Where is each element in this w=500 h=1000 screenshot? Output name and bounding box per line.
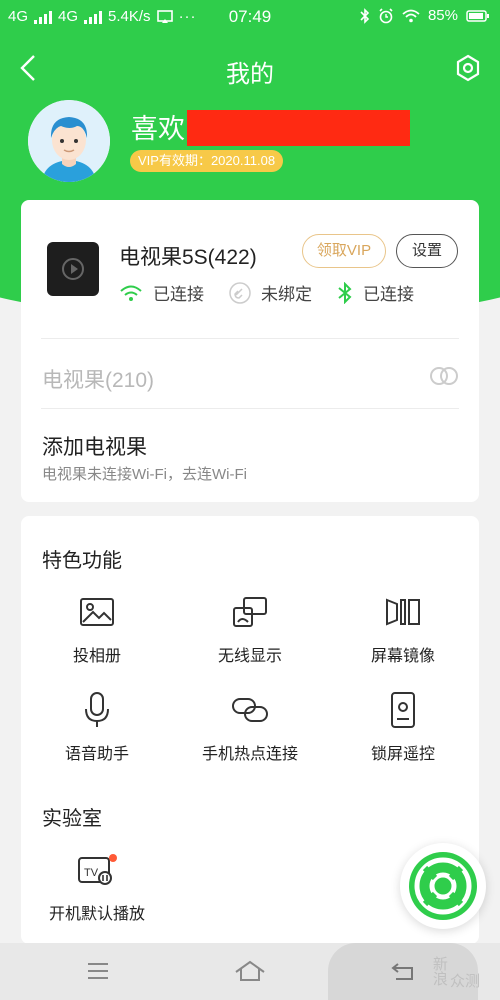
watermark-line-1: 新浪 [430, 956, 448, 986]
lockscreen-remote-icon [391, 692, 415, 728]
avatar[interactable] [28, 100, 110, 182]
mirror-icon [386, 598, 420, 626]
alarm-icon [379, 7, 393, 23]
lab-title: 实验室 [42, 808, 102, 830]
menu-icon [88, 963, 108, 979]
feature-label: 投相册 [72, 648, 121, 665]
bluetooth-icon [338, 281, 352, 304]
wifi-status: 已连接 [119, 280, 204, 305]
feature-voice-assistant[interactable]: 语音助手 [22, 690, 172, 764]
bind-status: 未绑定 [229, 280, 312, 305]
tv-device-icon [47, 242, 99, 296]
feature-hotspot-connect[interactable]: 手机热点连接 [175, 690, 325, 764]
page-title: 我的 [226, 61, 274, 88]
disconnected-link-icon [429, 364, 459, 393]
add-device-subtitle[interactable]: 电视果未连接Wi-Fi，去连Wi-Fi [42, 463, 247, 484]
feature-label: 无线显示 [217, 648, 282, 665]
username: 喜欢 [131, 114, 185, 144]
bluetooth-status-label: 已连接 [363, 285, 414, 304]
status-bar: 4G 4G 5.4K/s ··· 07:49 85% [0, 0, 500, 36]
system-back-button[interactable] [383, 955, 423, 987]
feature-boot-autoplay[interactable]: TV 开机默认播放 [22, 850, 172, 924]
divider [41, 338, 459, 339]
back-arrow-icon [391, 963, 413, 980]
feature-label: 语音助手 [64, 746, 129, 763]
vip-expiry-badge: VIP有效期：2020.11.08 [130, 150, 284, 172]
device-name[interactable]: 电视果5S(422) [119, 241, 257, 271]
home-icon [235, 960, 265, 981]
microphone-icon [85, 692, 109, 727]
wifi-status-label: 已连接 [153, 285, 204, 304]
feature-label: 开机默认播放 [48, 906, 145, 923]
hotspot-link-icon [232, 698, 268, 722]
watermark: 新浪 众测 [430, 956, 494, 990]
avatar-face-icon [28, 100, 110, 182]
battery-icon [466, 9, 489, 22]
add-device-title[interactable]: 添加电视果 [42, 431, 147, 461]
feature-photo-cast[interactable]: 投相册 [22, 592, 172, 666]
feature-lockscreen-remote[interactable]: 锁屏遥控 [328, 690, 478, 764]
feature-screen-mirror[interactable]: 屏幕镜像 [328, 592, 478, 666]
features-title: 特色功能 [42, 550, 122, 572]
home-button[interactable] [230, 955, 270, 987]
bluetooth-status: 已连接 [337, 280, 414, 305]
other-device-name[interactable]: 电视果(210) [42, 364, 154, 394]
wifi-status-icon [402, 9, 420, 22]
gear-icon [456, 54, 480, 82]
watermark-line-2: 众测 [449, 973, 480, 990]
link-icon [229, 281, 251, 304]
divider [41, 408, 459, 409]
feature-wireless-display[interactable]: 无线显示 [175, 592, 325, 666]
redacted-username-block [187, 110, 410, 146]
device-card: 电视果5S(422) 领取VIP 设置 已连接 未绑定 已连接 电视果(210)… [21, 200, 479, 502]
svg-text:TV: TV [84, 867, 99, 879]
feature-label: 屏幕镜像 [370, 648, 435, 665]
cast-icon [233, 597, 267, 627]
system-nav-bar [0, 943, 500, 1000]
settings-button[interactable] [450, 50, 486, 86]
claim-vip-button[interactable]: 领取VIP [302, 234, 386, 268]
remote-control-button[interactable] [400, 843, 486, 929]
photo-icon [80, 598, 114, 626]
tv-autoplay-icon: TV [78, 854, 117, 885]
battery-percent: 85% [427, 7, 458, 24]
remote-dpad-icon [409, 852, 477, 920]
wifi-icon [120, 285, 142, 301]
feature-label: 锁屏遥控 [370, 746, 435, 763]
feature-label: 手机热点连接 [201, 746, 298, 763]
bluetooth-status-icon [360, 7, 370, 24]
bind-status-label: 未绑定 [261, 285, 312, 304]
menu-button[interactable] [78, 955, 118, 987]
app-header: 我的 [0, 40, 500, 96]
device-settings-button[interactable]: 设置 [396, 234, 458, 268]
